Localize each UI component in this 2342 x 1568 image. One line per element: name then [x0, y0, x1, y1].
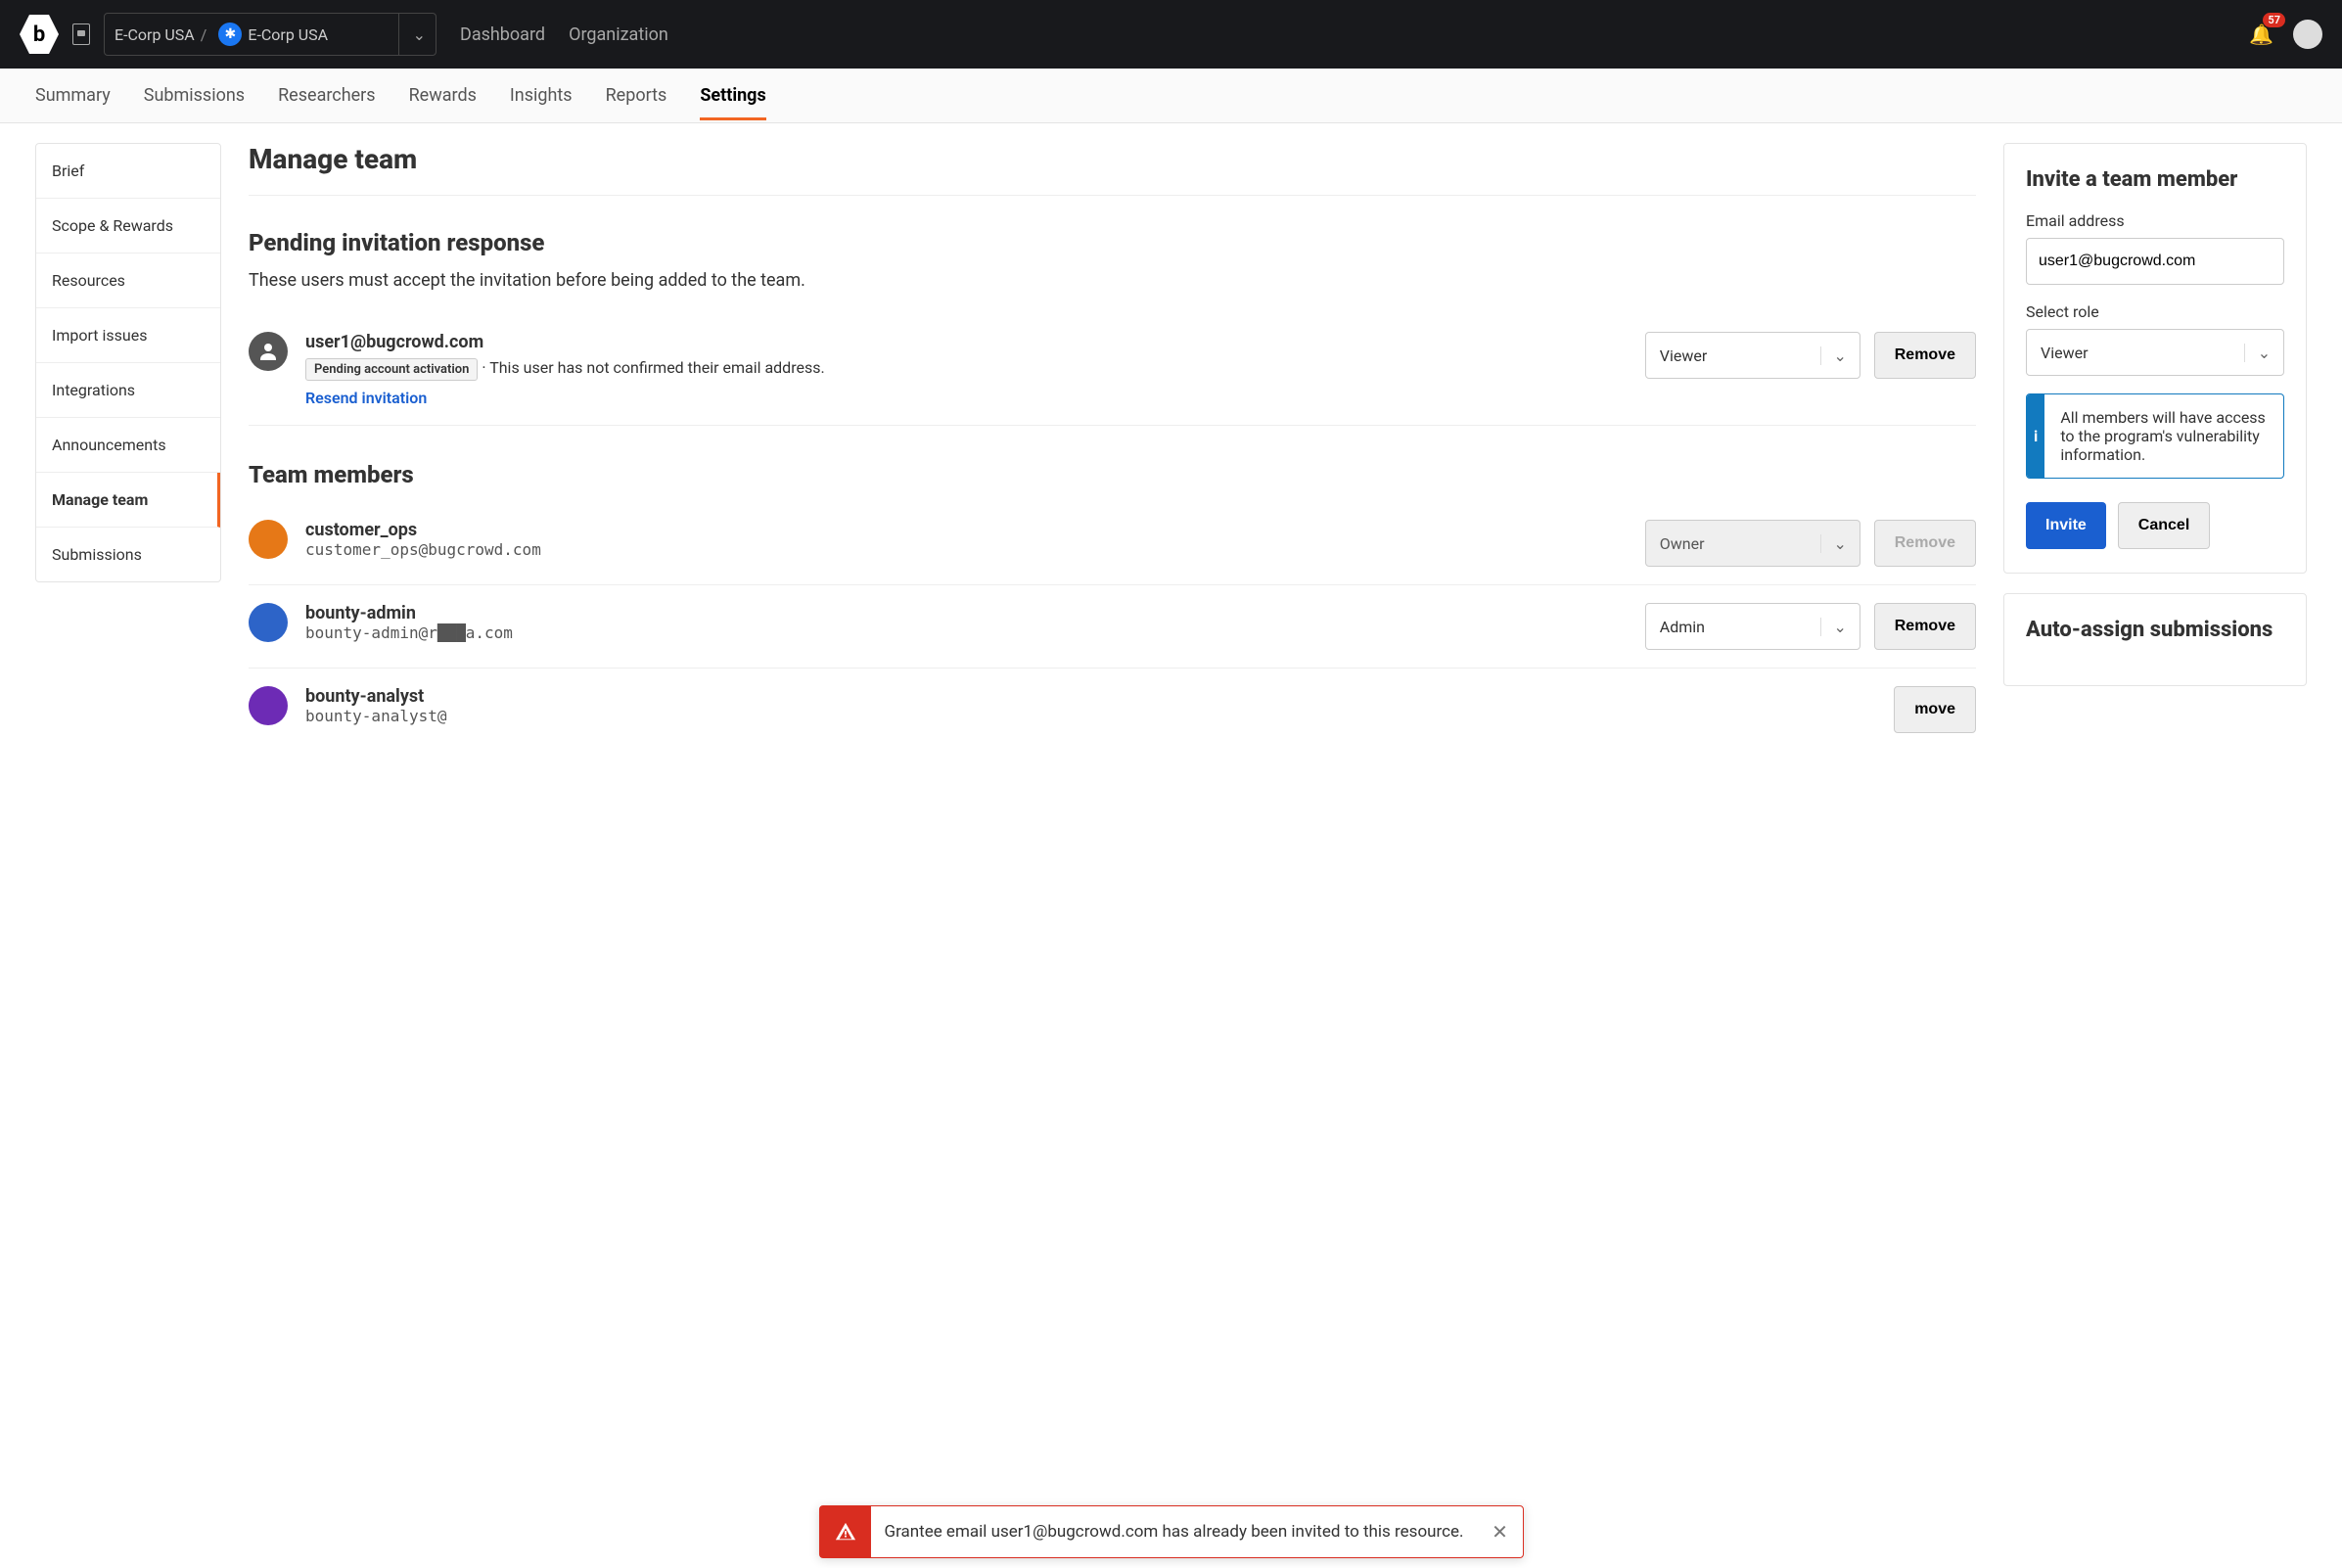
sidebar-item-import-issues[interactable]: Import issues [36, 308, 220, 363]
program-selector[interactable]: E-Corp USA / ✱ E-Corp USA ⌄ [104, 13, 436, 56]
member-name: bounty-admin [305, 603, 1628, 623]
brand-logo[interactable]: b [20, 15, 59, 54]
cancel-button[interactable]: Cancel [2118, 502, 2210, 549]
autoassign-card: Auto-assign submissions [2003, 593, 2307, 686]
page-title: Manage team [249, 143, 1976, 196]
nav-organization[interactable]: Organization [569, 24, 668, 45]
avatar [249, 520, 288, 559]
sidebar-item-brief[interactable]: Brief [36, 144, 220, 199]
chevron-down-icon[interactable]: ⌄ [398, 14, 426, 55]
invite-button[interactable]: Invite [2026, 502, 2106, 549]
avatar [249, 686, 288, 725]
top-nav: Dashboard Organization [460, 24, 668, 45]
pending-role-value: Viewer [1646, 346, 1820, 365]
avatar-placeholder-icon [249, 332, 288, 371]
role-select[interactable]: Admin ⌄ [1645, 603, 1860, 650]
user-avatar[interactable] [2293, 20, 2322, 49]
role-value: Admin [1646, 618, 1820, 636]
status-pill: Pending account activation [305, 358, 478, 381]
breadcrumb-sep: / [201, 25, 207, 44]
close-icon[interactable]: ✕ [1478, 1506, 1523, 1557]
nav-dashboard[interactable]: Dashboard [460, 24, 545, 45]
sidebar-item-manage-team[interactable]: Manage team [36, 473, 220, 528]
member-email: customer_ops@bugcrowd.com [305, 540, 1628, 559]
tab-insights[interactable]: Insights [510, 71, 573, 119]
toast-message: Grantee email user1@bugcrowd.com has alr… [870, 1506, 1477, 1557]
program-subnav: Summary Submissions Researchers Rewards … [0, 69, 2342, 123]
member-name: bounty-analyst [305, 686, 1647, 707]
status-text: · This user has not confirmed their emai… [482, 358, 824, 377]
team-member-row: bounty-admin bounty-admin@r███a.com Admi… [249, 585, 1976, 669]
invite-role-select[interactable]: Viewer ⌄ [2026, 329, 2284, 376]
invite-card: Invite a team member Email address Selec… [2003, 143, 2307, 574]
tab-settings[interactable]: Settings [700, 71, 765, 119]
tab-summary[interactable]: Summary [35, 71, 111, 119]
doc-icon[interactable] [72, 23, 90, 45]
chevron-down-icon: ⌄ [1820, 618, 1860, 636]
notifications-bell[interactable]: 🔔 57 [2249, 23, 2273, 46]
member-email: bounty-analyst@ [305, 707, 1647, 725]
sidebar-item-announcements[interactable]: Announcements [36, 418, 220, 473]
pending-user-email: user1@bugcrowd.com [305, 332, 1628, 352]
error-toast: Grantee email user1@bugcrowd.com has alr… [818, 1505, 1523, 1558]
pending-user-row: user1@bugcrowd.com Pending account activ… [249, 314, 1976, 426]
team-member-row: bounty-analyst bounty-analyst@ ⌄ move [249, 669, 1976, 751]
tab-researchers[interactable]: Researchers [278, 71, 375, 119]
role-select-owner: Owner ⌄ [1645, 520, 1860, 567]
pending-heading: Pending invitation response [249, 229, 1976, 256]
info-text: All members will have access to the prog… [2044, 394, 2283, 478]
autoassign-heading: Auto-assign submissions [2026, 618, 2284, 642]
topbar-right: 🔔 57 [2249, 20, 2322, 49]
sidebar-item-submissions[interactable]: Submissions [36, 528, 220, 581]
info-icon: i [2027, 394, 2044, 478]
remove-button[interactable]: move [1894, 686, 1976, 733]
bug-icon: ✱ [218, 23, 242, 46]
team-members-heading: Team members [249, 461, 1976, 488]
remove-button-disabled: Remove [1874, 520, 1976, 567]
breadcrumb-org: E-Corp USA [115, 25, 195, 44]
topbar: b E-Corp USA / ✱ E-Corp USA ⌄ Dashboard … [0, 0, 2342, 69]
main-content: Manage team Pending invitation response … [249, 143, 1976, 751]
pending-role-select[interactable]: Viewer ⌄ [1645, 332, 1860, 379]
chevron-down-icon: ⌄ [2244, 344, 2283, 362]
sidebar-item-scope-rewards[interactable]: Scope & Rewards [36, 199, 220, 254]
breadcrumb-program: E-Corp USA [248, 25, 328, 44]
team-member-row: customer_ops customer_ops@bugcrowd.com O… [249, 502, 1976, 585]
notification-badge: 57 [2263, 13, 2285, 27]
role-value: Owner [1646, 534, 1820, 553]
email-label: Email address [2026, 211, 2284, 230]
remove-button[interactable]: Remove [1874, 603, 1976, 650]
chevron-down-icon: ⌄ [1820, 346, 1860, 365]
invite-heading: Invite a team member [2026, 167, 2284, 192]
member-name: customer_ops [305, 520, 1628, 540]
invite-email-input[interactable] [2026, 238, 2284, 285]
settings-sidebar: Brief Scope & Rewards Resources Import i… [35, 143, 221, 582]
info-banner: i All members will have access to the pr… [2026, 393, 2284, 479]
avatar [249, 603, 288, 642]
tab-submissions[interactable]: Submissions [144, 71, 245, 119]
invite-role-value: Viewer [2027, 344, 2244, 362]
sidebar-item-integrations[interactable]: Integrations [36, 363, 220, 418]
role-label: Select role [2026, 302, 2284, 321]
sidebar-item-resources[interactable]: Resources [36, 254, 220, 308]
tab-rewards[interactable]: Rewards [409, 71, 477, 119]
pending-description: These users must accept the invitation b… [249, 270, 1976, 291]
warning-icon [819, 1506, 870, 1557]
member-email: bounty-admin@r███a.com [305, 623, 1628, 642]
chevron-down-icon: ⌄ [1820, 534, 1860, 553]
tab-reports[interactable]: Reports [606, 71, 667, 119]
remove-pending-button[interactable]: Remove [1874, 332, 1976, 379]
resend-invitation-link[interactable]: Resend invitation [305, 389, 427, 407]
